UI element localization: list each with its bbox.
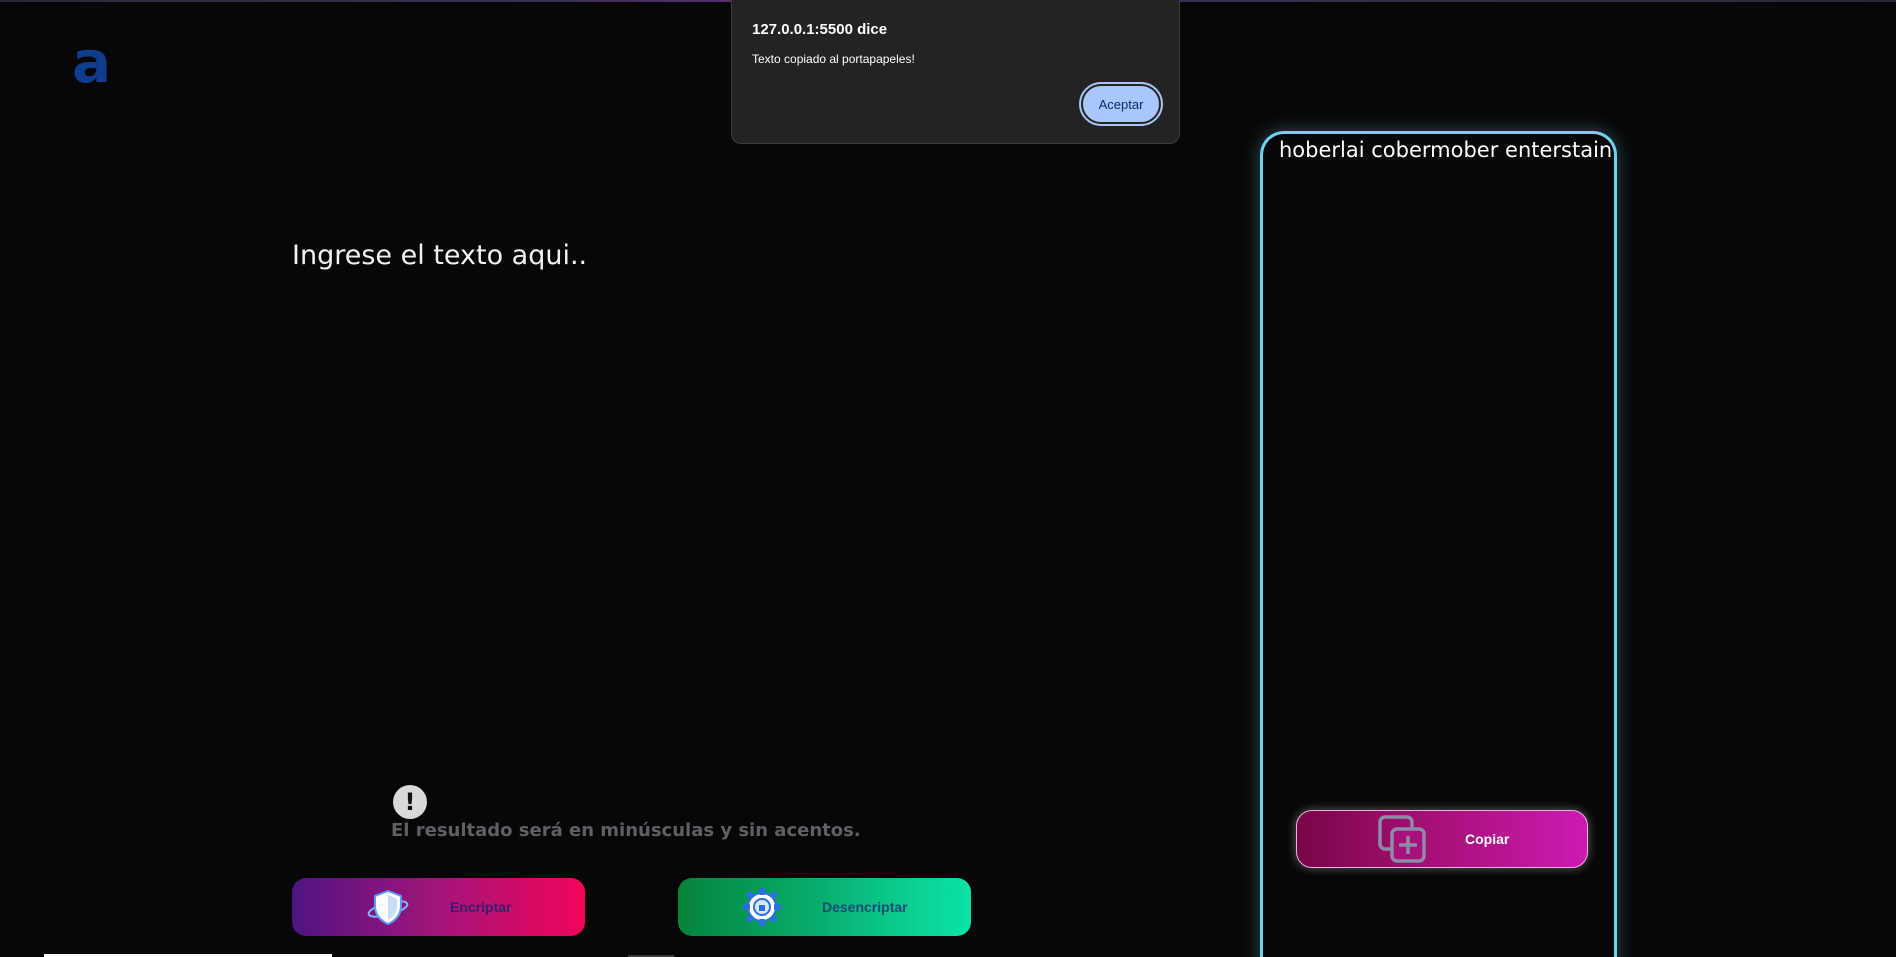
dialog-title: 127.0.0.1:5500 dice <box>752 21 888 38</box>
alert-dialog: 127.0.0.1:5500 dice Texto copiado al por… <box>731 0 1180 144</box>
shield-icon <box>366 885 410 929</box>
copy-add-icon <box>1377 814 1429 864</box>
encrypt-label: Encriptar <box>450 899 512 915</box>
dialog-message: Texto copiado al portapapeles! <box>752 52 915 66</box>
notice-text: El resultado será en minúsculas y sin ac… <box>391 820 861 841</box>
gear-lock-icon <box>740 885 784 929</box>
copy-button[interactable]: Copiar <box>1296 810 1588 868</box>
decrypt-button[interactable]: Desencriptar <box>678 878 971 936</box>
input-textarea[interactable] <box>292 240 992 740</box>
dialog-ok-button[interactable]: Aceptar <box>1079 82 1163 126</box>
logo: a <box>72 28 112 96</box>
output-text: hoberlai cobermober enterstain <box>1279 138 1613 162</box>
decrypt-label: Desencriptar <box>822 899 908 915</box>
exclamation-icon: ! <box>393 785 427 819</box>
output-panel: hoberlai cobermober enterstain Copiar <box>1260 131 1617 957</box>
encrypt-button[interactable]: Encriptar <box>292 878 585 936</box>
copy-label: Copiar <box>1465 831 1510 847</box>
